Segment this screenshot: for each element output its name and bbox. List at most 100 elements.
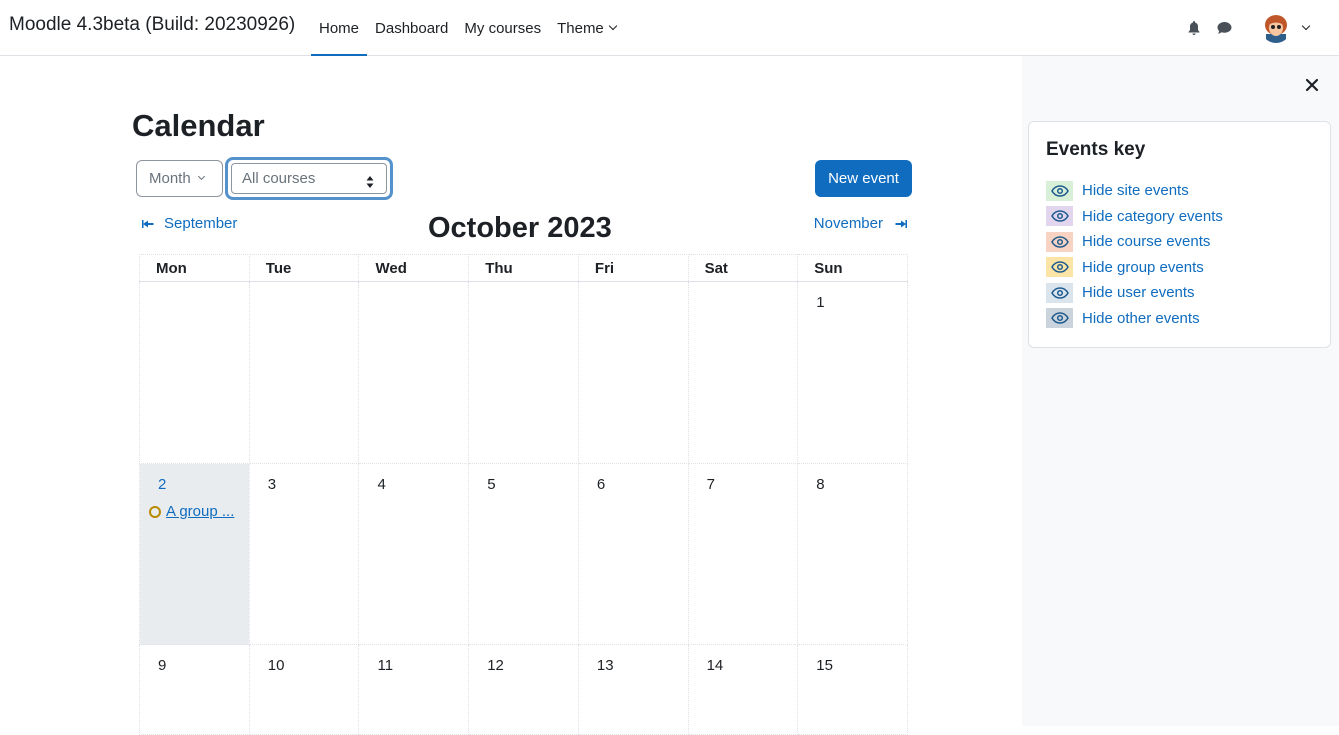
new-event-button[interactable]: New event — [815, 160, 912, 197]
day-number: 14 — [706, 657, 724, 674]
day-number: 12 — [487, 657, 504, 674]
day-cell-empty — [687, 281, 799, 464]
course-select-focus-ring: All courses — [225, 157, 393, 200]
events-key-label[interactable]: Hide user events — [1082, 284, 1195, 301]
day-cell[interactable]: 4 — [358, 463, 470, 645]
week-row: 9 10 11 12 13 14 15 — [139, 644, 908, 735]
nav-my-courses-label: My courses — [464, 19, 542, 37]
day-cell[interactable]: 5 — [468, 463, 579, 645]
day-cell[interactable]: 10 — [248, 644, 360, 735]
day-cell-empty — [358, 281, 470, 464]
day-cell[interactable]: 7 — [687, 463, 799, 645]
weekday-header-row: Mon Tue Wed Thu Fri Sat Sun — [139, 254, 908, 282]
weekday-header: Tue — [248, 254, 360, 282]
chevron-down-icon — [197, 172, 205, 181]
events-key-label[interactable]: Hide site events — [1082, 182, 1189, 199]
messages-button[interactable] — [1209, 13, 1239, 43]
navbar: Moodle 4.3beta (Build: 20230926) Home Da… — [0, 0, 1339, 57]
day-cell[interactable]: 3 — [248, 463, 360, 645]
day-cell[interactable]: 12 — [468, 644, 579, 735]
events-key-item[interactable]: Hide site events — [1046, 178, 1223, 204]
day-number: 11 — [377, 657, 394, 674]
course-select[interactable]: All courses — [231, 163, 387, 194]
eye-icon — [1046, 206, 1073, 227]
nav-my-courses[interactable]: My courses — [456, 0, 549, 56]
nav-dashboard[interactable]: Dashboard — [367, 0, 456, 56]
nav-theme[interactable]: Theme — [549, 0, 624, 56]
weekday-header: Thu — [468, 254, 579, 282]
next-month-link[interactable]: November — [814, 215, 907, 232]
course-select-value: All courses — [242, 170, 316, 187]
eye-icon — [1046, 257, 1073, 278]
prev-month-link[interactable]: September — [142, 215, 237, 232]
events-key-item[interactable]: Hide category events — [1046, 204, 1223, 230]
page-title: Calendar — [132, 108, 265, 143]
eye-icon — [1046, 282, 1073, 303]
events-key-item[interactable]: Hide other events — [1046, 306, 1223, 332]
events-key-item[interactable]: Hide group events — [1046, 255, 1223, 281]
week-row: 1 — [139, 281, 908, 464]
day-cell-empty — [248, 281, 360, 464]
eye-icon — [1046, 308, 1073, 329]
weekday-header: Sat — [687, 254, 799, 282]
week-row: 2 A group ... 3 4 5 6 7 8 — [139, 463, 908, 645]
chevron-down-icon[interactable] — [1301, 21, 1311, 31]
arrow-left-icon — [142, 219, 154, 228]
day-cell[interactable]: 13 — [577, 644, 689, 735]
nav-theme-label: Theme — [557, 19, 604, 37]
nav-home-label: Home — [319, 19, 360, 37]
primary-nav: Home Dashboard My courses Theme — [311, 0, 624, 57]
weekday-header: Mon — [139, 254, 250, 282]
day-cell[interactable]: 8 — [797, 463, 908, 645]
day-number: 7 — [706, 476, 715, 493]
event-link[interactable]: A group ... — [166, 503, 234, 520]
events-key-label[interactable]: Hide other events — [1082, 310, 1200, 327]
day-cell-empty — [577, 281, 689, 464]
day-number: 9 — [158, 657, 167, 674]
events-key-list: Hide site events Hide category events Hi… — [1046, 178, 1223, 331]
eye-icon — [1046, 180, 1073, 201]
weekday-header: Sun — [797, 254, 908, 282]
notifications-button[interactable] — [1179, 13, 1209, 43]
sort-updown-icon — [366, 176, 374, 188]
close-icon[interactable] — [1303, 76, 1321, 94]
events-key-label[interactable]: Hide category events — [1082, 208, 1223, 225]
day-cell[interactable]: 14 — [687, 644, 799, 735]
day-cell-empty — [468, 281, 579, 464]
day-cell[interactable]: 6 — [577, 463, 689, 645]
events-key-item[interactable]: Hide course events — [1046, 229, 1223, 255]
day-number: 15 — [816, 657, 833, 674]
next-month-label: November — [813, 215, 883, 232]
events-key-item[interactable]: Hide user events — [1046, 280, 1223, 306]
user-avatar[interactable] — [1261, 13, 1291, 43]
arrow-right-icon — [895, 219, 907, 228]
user-nav — [1179, 0, 1311, 56]
day-number: 1 — [816, 294, 825, 311]
calendar-month-table: Mon Tue Wed Thu Fri Sat Sun 1 2 A group … — [139, 254, 908, 735]
weekday-header: Wed — [358, 254, 470, 282]
view-select-value: Month — [149, 170, 191, 187]
group-event-icon — [149, 505, 161, 518]
view-select[interactable]: Month — [136, 160, 223, 197]
day-cell[interactable]: 1 — [797, 281, 908, 464]
day-number: 5 — [487, 476, 496, 493]
site-brand[interactable]: Moodle 4.3beta (Build: 20230926) — [9, 14, 295, 36]
events-key-label[interactable]: Hide course events — [1082, 233, 1210, 250]
day-cell[interactable]: 15 — [797, 644, 908, 735]
eye-icon — [1046, 231, 1073, 252]
day-number: 8 — [816, 476, 825, 493]
day-cell[interactable]: 11 — [358, 644, 470, 735]
calendar-event[interactable]: A group ... — [149, 503, 249, 520]
day-cell[interactable]: 9 — [139, 644, 250, 735]
bell-icon — [1188, 21, 1200, 35]
nav-dashboard-label: Dashboard — [375, 19, 449, 37]
day-number: 10 — [267, 657, 285, 674]
day-number-link[interactable]: 2 — [158, 476, 166, 493]
block-drawer: Events key Hide site events Hide categor… — [1022, 56, 1339, 726]
events-key-label[interactable]: Hide group events — [1082, 259, 1204, 276]
nav-home[interactable]: Home — [311, 0, 368, 57]
day-cell-today[interactable]: 2 A group ... — [139, 463, 250, 645]
events-key-card: Events key Hide site events Hide categor… — [1028, 121, 1331, 348]
weekday-header: Fri — [577, 254, 689, 282]
avatar-image — [1261, 13, 1291, 43]
